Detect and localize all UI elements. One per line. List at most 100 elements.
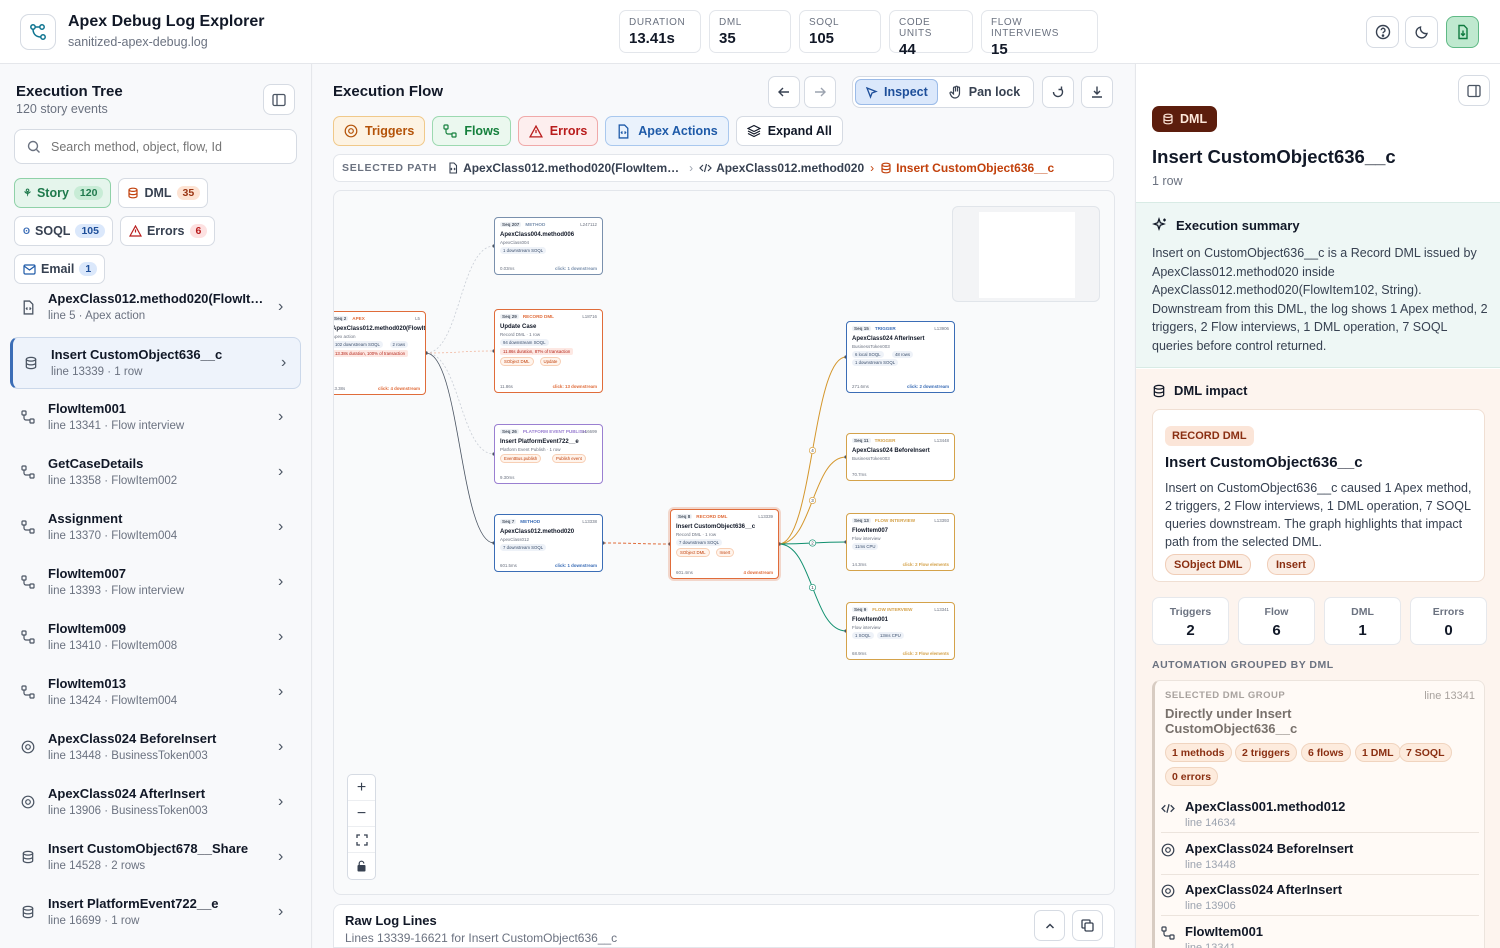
fit-view-button[interactable] [348, 827, 375, 853]
search-box[interactable] [14, 129, 297, 164]
group-badge: 0 errors [1165, 767, 1219, 786]
fit-view-icon [355, 833, 368, 846]
chip-triggers[interactable]: Triggers [333, 116, 426, 146]
filter-email[interactable]: Email 1 [14, 254, 106, 284]
breadcrumb-item-current[interactable]: Insert CustomObject636__c [880, 161, 1054, 175]
tree-item[interactable]: Insert CustomObject678__Share line 14528… [10, 832, 301, 884]
help-button[interactable] [1366, 16, 1399, 48]
chip-flows[interactable]: Flows [432, 116, 511, 146]
graph-node-m006[interactable]: Seq 207 METHOD L247112 ApexClass004.metho… [494, 217, 603, 275]
flow-icon [1161, 925, 1175, 940]
graph-node-m020[interactable]: Seq 7 METHOD L13338 ApexClass012.method02… [494, 514, 603, 572]
tree-item[interactable]: Insert CustomObject636__c line 13339 · 1… [10, 337, 301, 389]
filter-errors[interactable]: Errors 6 [119, 216, 216, 246]
group-item[interactable]: FlowItem001 line 13341 [1158, 920, 1484, 948]
breadcrumb-item[interactable]: ApexClass012.method020 [699, 161, 864, 175]
tree-item-meta: line 13341 · Flow interview [48, 420, 185, 432]
chip-expand-all[interactable]: Expand All [735, 116, 843, 146]
chip-apex-actions[interactable]: Apex Actions [605, 116, 729, 146]
metric-duration: DURATION 13.41s [619, 10, 701, 53]
impact-badge: SObject DML [1165, 554, 1252, 575]
execution-summary: Execution summary Insert on CustomObject… [1136, 202, 1500, 368]
copy-icon [1081, 919, 1094, 932]
tree-item[interactable]: FlowItem001 line 13341 · Flow interview … [10, 392, 301, 444]
chevron-right-icon: › [278, 518, 284, 535]
tree-item[interactable]: FlowItem009 line 13410 · FlowItem008 › [10, 612, 301, 664]
group-item[interactable]: ApexClass024 BeforeInsert line 13448 [1158, 837, 1484, 875]
stat-dml: DML 1 [1324, 597, 1401, 645]
database-icon [128, 187, 139, 199]
record-dml-tag: RECORD DML [1165, 426, 1254, 446]
copy-raw-log-button[interactable] [1072, 910, 1103, 941]
zoom-out-button[interactable]: − [348, 801, 375, 827]
graph-node-f1[interactable]: Seq 9 FLOW INTERVIEW L13341 FlowItem001 F… [846, 602, 955, 660]
chip-errors[interactable]: Errors [517, 116, 599, 146]
graph-edge [602, 542, 671, 545]
graph-node-ai[interactable]: Seq 15 TRIGGER L13906 ApexClass024 AfterI… [846, 321, 955, 393]
dml-impact-heading: DML impact [1152, 383, 1247, 398]
graph-node-pe[interactable]: Seq 26 PLATFORM EVENT PUBLISH L16699 Inse… [494, 424, 603, 484]
expand-raw-log-button[interactable] [1034, 910, 1065, 941]
search-input[interactable] [51, 139, 281, 154]
node-badge: 1 SOQL [852, 632, 874, 639]
graph-node-uc[interactable]: Seq 29 RECORD DML L18716 Update Case Reco… [494, 309, 603, 393]
node-subtitle: Apex action [333, 334, 356, 339]
graph-node-bi[interactable]: Seq 11 TRIGGER L13448 ApexClass024 Before… [846, 433, 955, 481]
inspect-mode-button[interactable]: Inspect [855, 79, 938, 105]
tree-item[interactable]: GetCaseDetails line 13358 · FlowItem002 … [10, 447, 301, 499]
graph-filter-chips: Triggers Flows Errors Apex Actions Expand Al… [333, 116, 843, 146]
forward-button[interactable] [804, 76, 836, 108]
toggle-detail-panel-button[interactable] [1458, 75, 1490, 106]
tree-item[interactable]: Insert PlatformEvent722__e line 16699 · … [10, 887, 301, 932]
tree-item[interactable]: FlowItem013 line 13424 · FlowItem004 › [10, 667, 301, 719]
zoom-in-button[interactable]: + [348, 775, 375, 801]
detail-panel: DML Insert CustomObject636__c 1 row Exec… [1135, 64, 1500, 948]
pan-lock-button[interactable]: Pan lock [940, 79, 1029, 105]
metrics-bar: DURATION 13.41s DML 35 SOQL 105 CODE UNITS 4… [619, 10, 1098, 58]
node-tag: EventBus.publish [500, 454, 542, 463]
group-badge: 6 flows [1301, 743, 1351, 762]
graph-node-f7[interactable]: Seq 13 FLOW INTERVIEW L13393 FlowItem007 … [846, 513, 955, 571]
breadcrumb-item[interactable]: ApexClass012.method020(FlowItem102, Stri… [447, 161, 683, 175]
chevron-right-icon: › [278, 848, 284, 865]
tree-item[interactable]: ApexClass012.method020(FlowItem102, Stri… [10, 282, 301, 334]
apex-action-icon [616, 123, 631, 139]
file-export-icon [1457, 24, 1468, 40]
trigger-icon [1161, 884, 1175, 898]
group-line: line 13341 [1424, 690, 1475, 702]
tree-item[interactable]: Assignment line 13370 · FlowItem004 › [10, 502, 301, 554]
dark-mode-button[interactable] [1405, 16, 1438, 48]
tree-item-label: Insert CustomObject678__Share [48, 841, 249, 856]
breadcrumb-label: SELECTED PATH [342, 162, 438, 174]
group-item[interactable]: ApexClass024 AfterInsert line 13906 [1158, 878, 1484, 916]
execution-flow-title: Execution Flow [333, 83, 444, 100]
group-badge: 1 DML [1355, 743, 1401, 762]
filter-chips: ⚘ Story 120 DML 35 ʘ SOQL 105 Errors 6 Email 1 [14, 178, 304, 284]
filter-story[interactable]: ⚘ Story 120 [14, 178, 112, 208]
download-button[interactable] [1081, 76, 1113, 108]
group-item[interactable]: ApexClass001.method012 line 14634 [1158, 795, 1484, 833]
flow-icon [20, 684, 36, 700]
graph-node-ins[interactable]: Seq 8 RECORD DML L13339 Insert CustomObje… [670, 509, 779, 579]
reset-view-button[interactable] [1042, 76, 1074, 108]
dml-impact-card: RECORD DML Insert CustomObject636__c Ins… [1152, 409, 1485, 582]
flow-graph-canvas[interactable]: 4321 + − Seq 2 APEX L5 ApexClass012.metho… [333, 190, 1115, 895]
minimap-viewport [979, 212, 1075, 298]
tree-item[interactable]: ApexClass024 BeforeInsert line 13448 · B… [10, 722, 301, 774]
filter-soql[interactable]: ʘ SOQL 105 [14, 216, 113, 246]
chevron-right-icon: › [278, 463, 284, 480]
chevron-right-icon: › [870, 161, 875, 175]
filter-dml[interactable]: DML 35 [118, 178, 209, 208]
back-button[interactable] [768, 76, 800, 108]
flow-icon [20, 574, 36, 590]
tree-item[interactable]: ApexClass024 AfterInsert line 13906 · Bu… [10, 777, 301, 829]
export-file-button[interactable] [1446, 16, 1479, 48]
graph-node-apex[interactable]: Seq 2 APEX L5 ApexClass012.method020(Flow… [333, 311, 426, 395]
impact-badge: Insert [1267, 554, 1315, 575]
lock-button[interactable] [348, 853, 375, 879]
refresh-icon [1052, 86, 1064, 98]
collapse-sidebar-button[interactable] [263, 84, 295, 115]
cursor-icon [865, 86, 878, 99]
minimap[interactable] [952, 206, 1100, 302]
tree-item[interactable]: FlowItem007 line 13393 · Flow interview … [10, 557, 301, 609]
